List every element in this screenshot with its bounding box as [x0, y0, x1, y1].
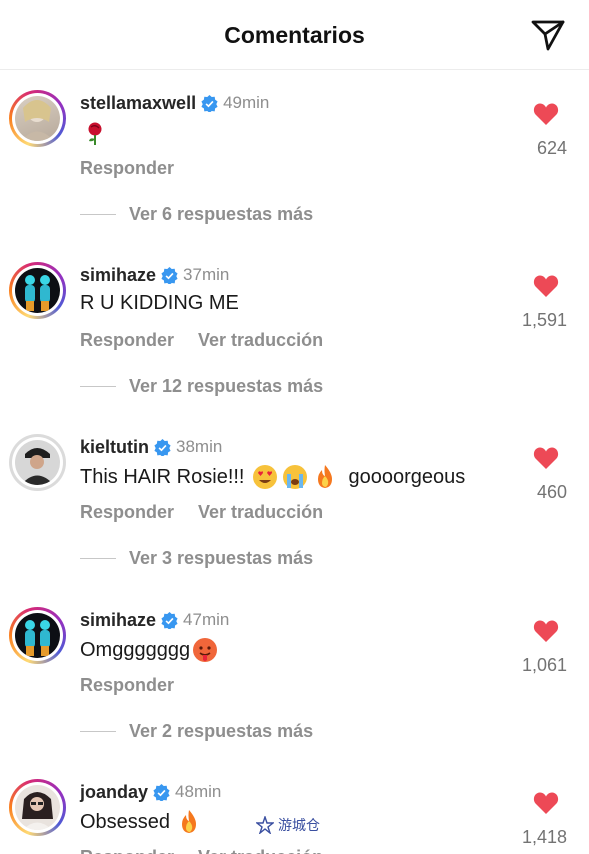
share-button[interactable] [529, 16, 567, 54]
avatar[interactable] [9, 434, 66, 491]
translate-button[interactable]: Ver traducción [198, 502, 323, 522]
heart-icon[interactable] [533, 619, 559, 643]
comment-text: Obsessed [80, 809, 204, 835]
reply-button[interactable]: Responder [80, 158, 174, 178]
comment-text: This HAIR Rosie!!! goooorgeous [80, 464, 465, 490]
comment-text [80, 120, 110, 146]
comment-time: 49min [223, 93, 270, 112]
reply-button[interactable]: Responder [80, 847, 174, 854]
comment-text: Omggggggg [80, 637, 220, 663]
avatar[interactable] [9, 262, 66, 319]
watermark: 游城仓 [256, 815, 320, 835]
heart-eyes-emoji-icon [253, 465, 278, 489]
avatar[interactable] [9, 90, 66, 147]
comment-text-start: This HAIR Rosie!!! [80, 465, 245, 488]
translate-button[interactable]: Ver traducción [198, 847, 323, 854]
heart-icon[interactable] [533, 446, 559, 470]
comment-text-end: goooorgeous [348, 465, 466, 488]
comment-item: joanday 48min Obsessed Responder Ver trad… [0, 759, 589, 854]
like-count: 1,418 [521, 827, 567, 847]
username[interactable]: kieltutin [80, 437, 149, 458]
comment-time: 38min [176, 437, 223, 456]
like-count: 460 [536, 482, 567, 502]
view-replies-button[interactable]: Ver 6 respuestas más [80, 203, 313, 225]
username[interactable]: stellamaxwell [80, 93, 196, 114]
verified-badge-icon [201, 94, 218, 112]
reply-button[interactable]: Responder [80, 502, 174, 522]
verified-badge-icon [154, 438, 171, 456]
fire-emoji-icon [318, 465, 333, 488]
fire-emoji-icon [182, 810, 197, 833]
heart-icon[interactable] [533, 791, 559, 815]
hot-face-emoji-icon [193, 638, 218, 662]
comment-item: simihaze 47min Omggggggg Responder Ver 2… [0, 587, 589, 759]
comment-item: simihaze 37min R U KIDDING ME Responder V… [0, 242, 589, 414]
avatar[interactable] [9, 779, 66, 836]
comment-text-start: Obsessed [80, 810, 171, 833]
view-replies-button[interactable]: Ver 3 respuestas más [80, 547, 313, 569]
like-count: 1,061 [521, 655, 567, 675]
verified-badge-icon [161, 611, 178, 629]
comment-time: 37min [183, 265, 230, 284]
verified-badge-icon [161, 266, 178, 284]
page-title: Comentarios [224, 22, 365, 48]
like-count: 624 [536, 138, 567, 158]
view-replies-button[interactable]: Ver 12 respuestas más [80, 375, 323, 397]
heart-icon[interactable] [533, 274, 559, 298]
watermark-text: 游城仓 [278, 817, 320, 833]
rose-emoji-icon [88, 122, 102, 145]
comment-time: 47min [183, 610, 230, 629]
crying-emoji-icon [283, 465, 308, 489]
username[interactable]: joanday [80, 782, 148, 803]
star-logo-icon [256, 816, 274, 834]
username[interactable]: simihaze [80, 265, 156, 286]
comment-text-start: Omggggggg [80, 638, 191, 661]
comment-text: R U KIDDING ME [80, 292, 239, 314]
comments-header: Comentarios [0, 0, 589, 70]
username[interactable]: simihaze [80, 610, 156, 631]
comment-item: kieltutin 38min This HAIR Rosie!!! goooo… [0, 414, 589, 586]
heart-icon[interactable] [533, 102, 559, 126]
view-replies-button[interactable]: Ver 2 respuestas más [80, 720, 313, 742]
like-count: 1,591 [521, 310, 567, 330]
verified-badge-icon [153, 783, 170, 801]
reply-button[interactable]: Responder [80, 330, 174, 350]
reply-button[interactable]: Responder [80, 675, 174, 695]
comment-item: stellamaxwell 49min Responder Ver 6 resp… [0, 70, 589, 242]
paper-plane-icon [531, 20, 565, 51]
translate-button[interactable]: Ver traducción [198, 330, 323, 350]
avatar[interactable] [9, 607, 66, 664]
comment-time: 48min [175, 782, 222, 801]
